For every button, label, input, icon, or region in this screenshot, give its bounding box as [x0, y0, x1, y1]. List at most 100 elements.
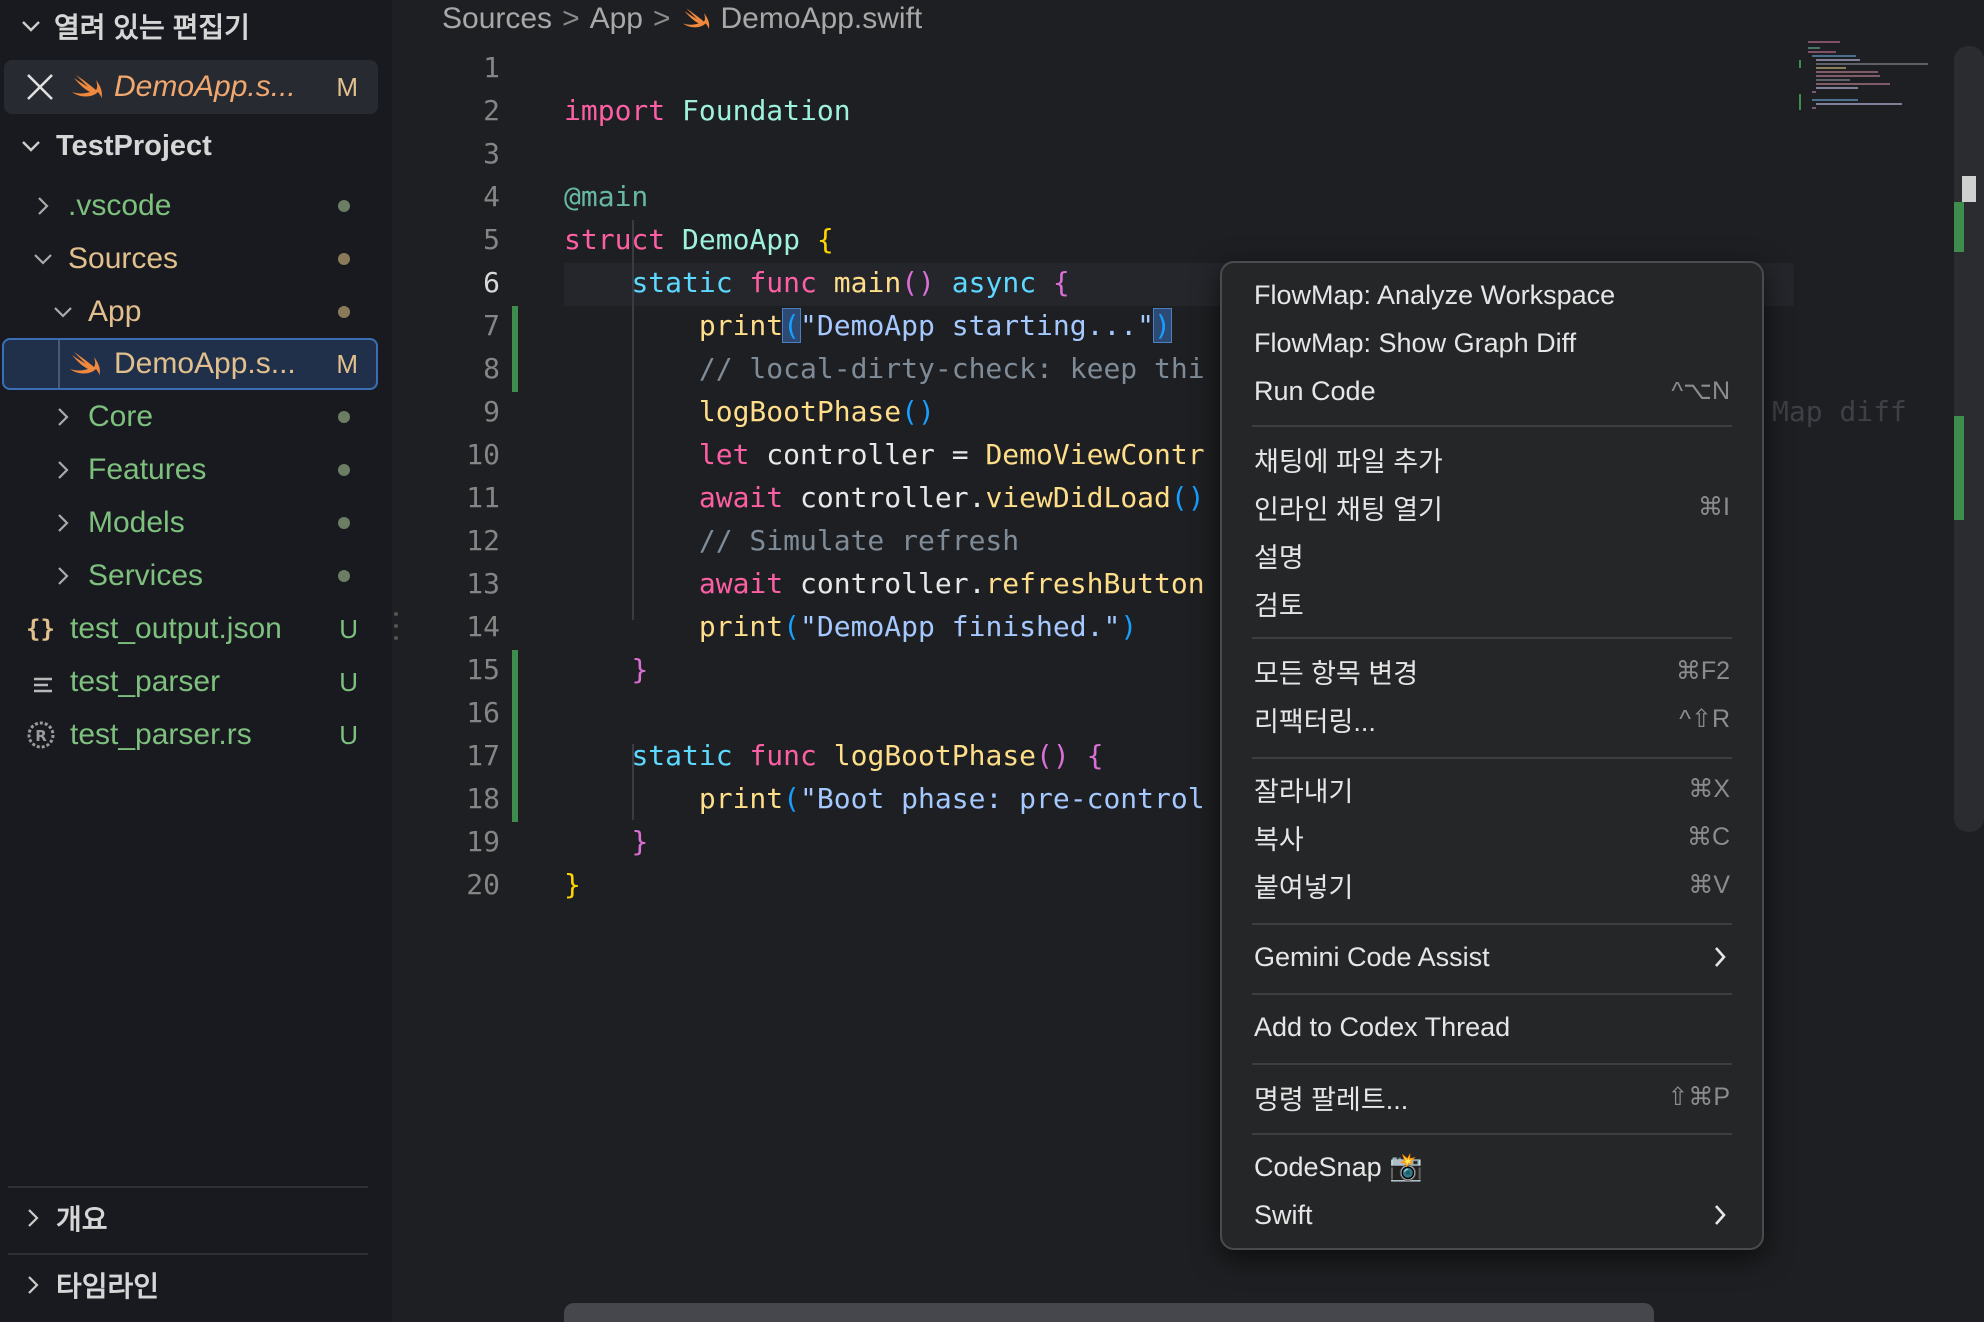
menu-item-explain[interactable]: 설명: [1234, 533, 1750, 577]
chevron-right-icon: [22, 1274, 44, 1296]
code-line-1[interactable]: import Foundation: [404, 46, 1804, 127]
menu-item-copy[interactable]: 복사 ⌘C: [1234, 815, 1750, 859]
menu-item-label: 모든 항목 변경: [1254, 658, 1419, 689]
chevron-right-icon: [52, 512, 74, 534]
tree-item-test-parser[interactable]: test_parser U: [0, 656, 392, 708]
tree-item-label: Models: [88, 506, 185, 539]
open-editors-title: 열려 있는 편집기: [54, 12, 250, 43]
swift-file-icon: [681, 5, 711, 33]
menu-item-review[interactable]: 검토: [1234, 581, 1750, 625]
menu-item-refactor[interactable]: 리팩터링... ^⇧R: [1234, 697, 1750, 741]
brace-token: }: [631, 653, 649, 686]
menu-item-label: FlowMap: Analyze Workspace: [1254, 279, 1616, 310]
tree-item-label: Services: [88, 559, 204, 592]
menu-item-label: FlowMap: Show Graph Diff: [1254, 327, 1577, 358]
vertical-scrollbar[interactable]: [1954, 46, 1984, 832]
tree-item-label: test_output.json: [70, 612, 282, 645]
menu-item-label: CodeSnap 📸: [1254, 1152, 1423, 1182]
menu-separator: [1252, 1133, 1732, 1135]
menu-item-gemini-code-assist[interactable]: Gemini Code Assist: [1234, 935, 1750, 979]
submenu-chevron-icon: [1712, 1203, 1728, 1234]
tree-item-test-parser-rs[interactable]: R test_parser.rs U: [0, 709, 392, 761]
outline-section-header[interactable]: 개요: [0, 1192, 392, 1244]
menu-item-add-to-codex-thread[interactable]: Add to Codex Thread: [1234, 1005, 1750, 1049]
outline-title: 개요: [56, 1204, 108, 1235]
menu-item-label: Add to Codex Thread: [1254, 1011, 1511, 1042]
menu-shortcut: ^⌥N: [1671, 377, 1730, 405]
svg-text:R: R: [35, 727, 47, 745]
tree-item-app[interactable]: App: [0, 286, 392, 338]
menu-item-codesnap[interactable]: CodeSnap 📸: [1234, 1145, 1750, 1189]
breadcrumb-item-file[interactable]: DemoApp.swift: [721, 2, 923, 36]
tree-item-sources[interactable]: Sources: [0, 233, 392, 285]
menu-shortcut: ⌘V: [1688, 871, 1730, 899]
code-line-4[interactable]: struct DemoApp {: [404, 175, 1804, 256]
status-dot: [338, 411, 350, 423]
chevron-down-icon: [20, 135, 42, 157]
tree-item-vscode[interactable]: .vscode: [0, 180, 392, 232]
status-dot: [338, 464, 350, 476]
status-dot: [338, 306, 350, 318]
project-header[interactable]: TestProject: [0, 120, 392, 172]
menu-separator: [1252, 757, 1732, 759]
menu-item-command-palette[interactable]: 명령 팔레트... ⇧⌘P: [1234, 1075, 1750, 1119]
status-dot: [338, 200, 350, 212]
section-divider: [8, 1253, 368, 1255]
breadcrumb-item-app[interactable]: App: [590, 2, 643, 36]
menu-item-paste[interactable]: 붙여넣기 ⌘V: [1234, 863, 1750, 907]
minimap[interactable]: [1798, 38, 1948, 118]
menu-item-run-code[interactable]: Run Code ^⌥N: [1234, 369, 1750, 413]
menu-item-change-all[interactable]: 모든 항목 변경 ⌘F2: [1234, 649, 1750, 693]
open-editors-header[interactable]: 열려 있는 편집기: [0, 0, 392, 52]
menu-item-inline-chat[interactable]: 인라인 채팅 열기 ⌘I: [1234, 485, 1750, 529]
menu-item-flowmap-analyze[interactable]: FlowMap: Analyze Workspace: [1234, 273, 1750, 317]
tree-item-models[interactable]: Models: [0, 497, 392, 549]
open-editor-item[interactable]: DemoApp.s... M: [4, 60, 378, 114]
rust-file-icon: R: [26, 720, 56, 750]
tree-item-label: DemoApp.s...: [114, 347, 296, 380]
menu-separator: [1252, 1063, 1732, 1065]
code-line-3[interactable]: @main: [404, 132, 1804, 213]
scroll-position-marker: [1962, 176, 1976, 202]
menu-item-swift[interactable]: Swift: [1234, 1193, 1750, 1237]
untracked-badge: U: [339, 666, 358, 697]
breadcrumb: Sources > App > DemoApp.swift: [442, 0, 922, 38]
menu-item-add-file-to-chat[interactable]: 채팅에 파일 추가: [1234, 437, 1750, 481]
chevron-right-icon: [52, 459, 74, 481]
horizontal-scrollbar[interactable]: [564, 1303, 1654, 1322]
brace-token: }: [564, 868, 581, 901]
menu-item-label: 채팅에 파일 추가: [1254, 446, 1443, 477]
breadcrumb-item-sources[interactable]: Sources: [442, 2, 552, 36]
untracked-badge: U: [339, 613, 358, 644]
close-icon[interactable]: [24, 71, 56, 103]
tree-item-services[interactable]: Services: [0, 550, 392, 602]
tree-item-label: Core: [88, 400, 154, 433]
tree-item-label: Features: [88, 453, 207, 486]
chevron-down-icon: [52, 301, 74, 323]
status-dot: [338, 517, 350, 529]
menu-shortcut: ⌘C: [1686, 823, 1730, 851]
status-dot: [338, 570, 350, 582]
swift-file-icon: [68, 349, 102, 379]
menu-shortcut: ⌘I: [1698, 493, 1730, 521]
chevron-right-icon: [32, 195, 54, 217]
git-overview-marker: [1954, 202, 1964, 252]
code-line-5[interactable]: static func main() async {: [404, 218, 1804, 299]
timeline-section-header[interactable]: 타임라인: [0, 1259, 392, 1311]
tree-item-demoapp[interactable]: DemoApp.s... M: [2, 338, 378, 390]
menu-item-flowmap-graph-diff[interactable]: FlowMap: Show Graph Diff: [1234, 321, 1750, 365]
menu-item-cut[interactable]: 잘라내기 ⌘X: [1234, 767, 1750, 811]
git-overview-marker: [1954, 416, 1964, 520]
status-dot: [338, 253, 350, 265]
sidebar-resize-handle[interactable]: [394, 612, 400, 648]
menu-item-label: 설명: [1254, 542, 1304, 573]
project-title: TestProject: [56, 129, 212, 162]
tree-item-core[interactable]: Core: [0, 391, 392, 443]
menu-item-label: Run Code: [1254, 375, 1376, 406]
timeline-title: 타임라인: [56, 1271, 160, 1302]
menu-item-label: 잘라내기: [1254, 776, 1354, 807]
tree-item-test-output-json[interactable]: {} test_output.json U: [0, 603, 392, 655]
chevron-right-icon: >: [652, 2, 671, 35]
json-file-icon: {}: [26, 615, 55, 643]
tree-item-features[interactable]: Features: [0, 444, 392, 496]
